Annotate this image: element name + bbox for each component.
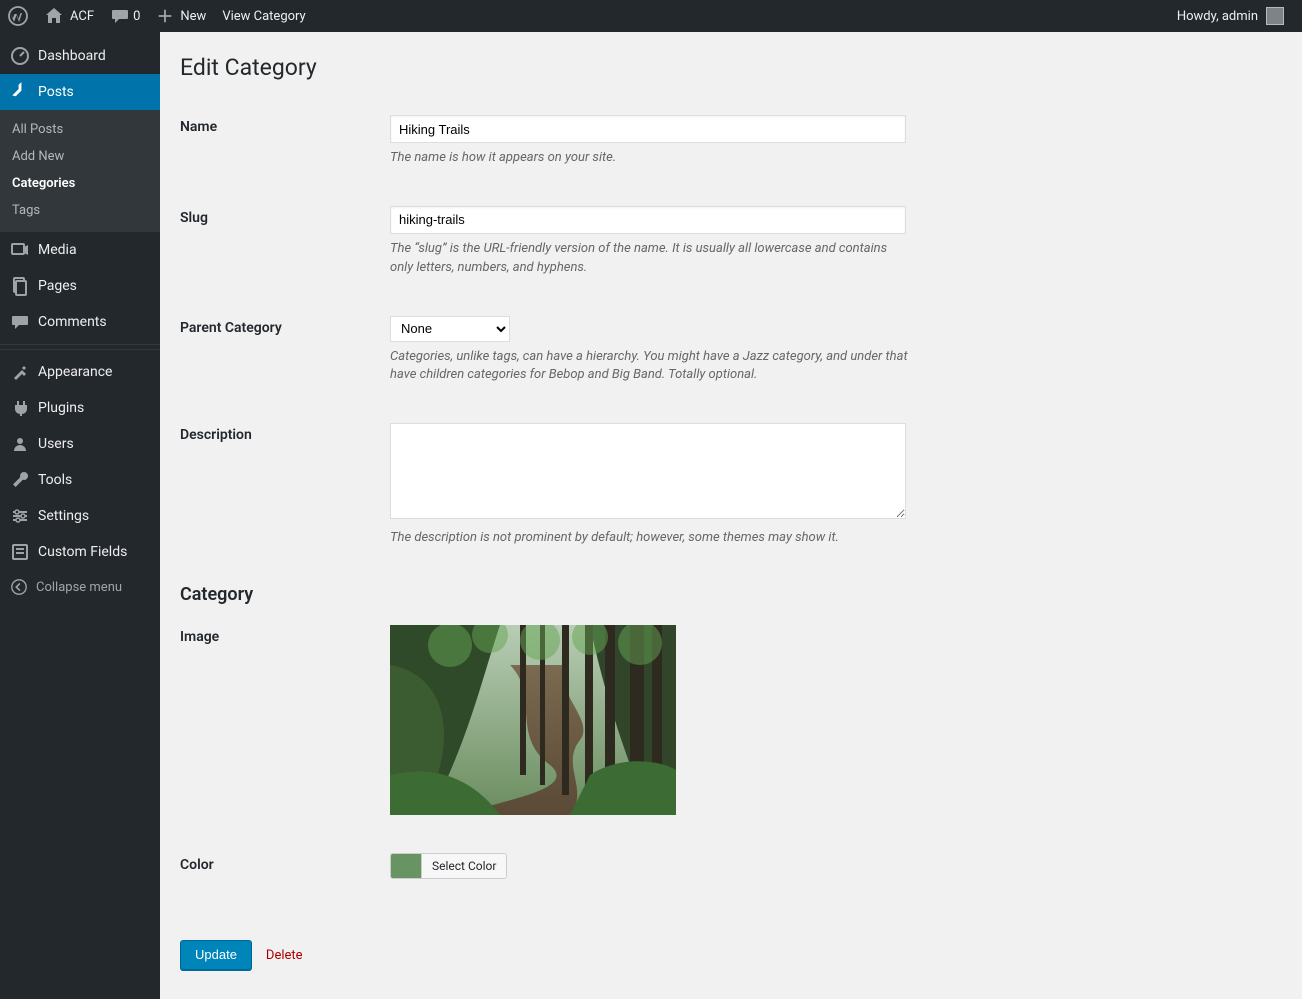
- sidebar: Dashboard Posts All Posts Add New Catego…: [0, 32, 160, 999]
- name-label: Name: [180, 115, 390, 135]
- new-button[interactable]: New: [148, 0, 214, 32]
- submenu-item-tags[interactable]: Tags: [0, 197, 160, 224]
- view-category-link[interactable]: View Category: [214, 0, 313, 32]
- description-label: Description: [180, 423, 390, 443]
- image-preview[interactable]: [390, 625, 676, 815]
- site-name-label: ACF: [70, 9, 94, 24]
- sidebar-item-dashboard[interactable]: Dashboard: [0, 38, 160, 74]
- select-color-button[interactable]: Select Color: [421, 853, 506, 879]
- delete-link[interactable]: Delete: [266, 948, 303, 963]
- name-input[interactable]: [390, 115, 906, 143]
- avatar: [1266, 7, 1284, 25]
- sidebar-item-plugins[interactable]: Plugins: [0, 390, 160, 426]
- sidebar-item-media[interactable]: Media: [0, 232, 160, 268]
- page-title: Edit Category: [180, 54, 1282, 81]
- slug-desc: The “slug” is the URL-friendly version o…: [390, 240, 910, 278]
- name-desc: The name is how it appears on your site.: [390, 149, 910, 168]
- wp-logo[interactable]: [0, 0, 36, 32]
- sidebar-item-label: Comments: [38, 314, 107, 330]
- field-row-description: Description The description is not promi…: [180, 409, 1282, 572]
- field-row-image: Image: [180, 611, 1282, 839]
- sidebar-item-posts[interactable]: Posts: [0, 74, 160, 110]
- collapse-menu[interactable]: Collapse menu: [0, 570, 160, 604]
- sidebar-item-label: Users: [38, 436, 74, 452]
- sidebar-item-label: Dashboard: [38, 48, 106, 64]
- site-home[interactable]: ACF: [36, 0, 102, 32]
- view-category-label: View Category: [222, 9, 305, 24]
- field-row-color: Color Select Color: [180, 839, 1282, 906]
- comments-count: 0: [133, 9, 140, 24]
- sidebar-item-pages[interactable]: Pages: [0, 268, 160, 304]
- acf-section-heading: Category: [180, 584, 1282, 605]
- howdy-label: Howdy, admin: [1177, 9, 1258, 24]
- slug-label: Slug: [180, 206, 390, 226]
- description-desc: The description is not prominent by defa…: [390, 529, 910, 548]
- content: Edit Category Name The name is how it ap…: [160, 32, 1302, 999]
- color-swatch: [391, 854, 421, 878]
- color-label: Color: [180, 853, 390, 873]
- sidebar-item-tools[interactable]: Tools: [0, 462, 160, 498]
- color-picker[interactable]: Select Color: [390, 853, 507, 879]
- parent-select[interactable]: None: [390, 316, 510, 342]
- field-row-parent: Parent Category None Categories, unlike …: [180, 302, 1282, 410]
- forest-illustration-icon: [390, 625, 676, 815]
- submenu-item-categories[interactable]: Categories: [0, 170, 160, 197]
- sidebar-item-label: Tools: [38, 472, 72, 488]
- sidebar-item-users[interactable]: Users: [0, 426, 160, 462]
- collapse-menu-label: Collapse menu: [36, 580, 122, 595]
- update-button[interactable]: Update: [180, 940, 252, 970]
- comments-bubble[interactable]: 0: [102, 0, 148, 32]
- sidebar-item-custom-fields[interactable]: Custom Fields: [0, 534, 160, 570]
- form-actions: Update Delete: [180, 940, 1282, 970]
- sidebar-item-label: Appearance: [38, 364, 112, 380]
- new-label: New: [180, 9, 206, 24]
- submenu-item-all-posts[interactable]: All Posts: [0, 116, 160, 143]
- field-row-name: Name The name is how it appears on your …: [180, 101, 1282, 192]
- submenu-posts: All Posts Add New Categories Tags: [0, 110, 160, 232]
- slug-input[interactable]: [390, 206, 906, 234]
- sidebar-item-label: Settings: [38, 508, 89, 524]
- sidebar-item-appearance[interactable]: Appearance: [0, 354, 160, 390]
- sidebar-item-settings[interactable]: Settings: [0, 498, 160, 534]
- field-row-slug: Slug The “slug” is the URL-friendly vers…: [180, 192, 1282, 302]
- admin-bar: ACF 0 New View Category Howdy, admin: [0, 0, 1302, 32]
- submenu-item-add-new[interactable]: Add New: [0, 143, 160, 170]
- image-label: Image: [180, 625, 390, 645]
- sidebar-item-label: Media: [38, 242, 77, 258]
- parent-desc: Categories, unlike tags, can have a hier…: [390, 348, 910, 386]
- description-textarea[interactable]: [390, 423, 906, 519]
- sidebar-item-label: Custom Fields: [38, 544, 127, 560]
- sidebar-item-label: Posts: [38, 84, 74, 100]
- sidebar-item-label: Plugins: [38, 400, 84, 416]
- howdy-account[interactable]: Howdy, admin: [1169, 0, 1292, 32]
- sidebar-item-label: Pages: [38, 278, 77, 294]
- parent-label: Parent Category: [180, 316, 390, 336]
- sidebar-item-comments[interactable]: Comments: [0, 304, 160, 340]
